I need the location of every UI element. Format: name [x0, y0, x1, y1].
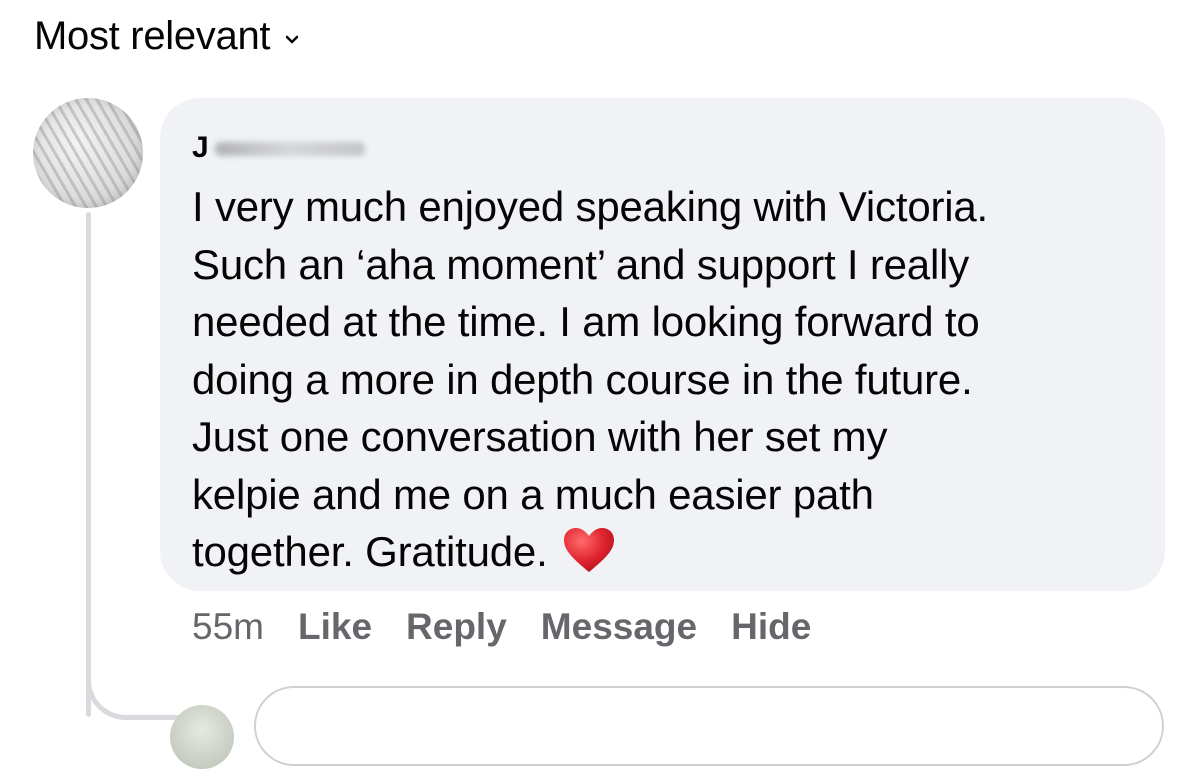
thread-connector	[86, 660, 186, 720]
author-name-redacted	[214, 142, 365, 157]
message-button[interactable]: Message	[541, 606, 697, 648]
commenter-avatar[interactable]	[33, 98, 143, 208]
sort-label: Most relevant	[34, 14, 271, 58]
sort-dropdown[interactable]: Most relevant	[34, 14, 300, 59]
thread-line	[86, 212, 91, 717]
reply-input[interactable]	[254, 686, 1164, 766]
comment-line: together. Gratitude.	[192, 528, 548, 575]
author-name: J	[192, 131, 209, 164]
comment-line: Such an ‘aha moment’ and support I reall…	[192, 240, 970, 288]
chevron-down-icon	[284, 32, 300, 48]
comment-line: kelpie and me on a much easier path	[192, 470, 874, 518]
hide-button[interactable]: Hide	[731, 606, 811, 648]
like-button[interactable]: Like	[298, 606, 372, 648]
comment-actions: 55m Like Reply Message Hide	[192, 606, 811, 648]
comment-line-last: together. Gratitude.	[192, 523, 1133, 589]
comment-author[interactable]: J	[192, 128, 1133, 168]
heart-icon	[562, 526, 616, 589]
comment-line: Just one conversation with her set my	[192, 413, 888, 460]
reply-button[interactable]: Reply	[406, 606, 507, 648]
comment-line: needed at the time. I am looking forward…	[192, 298, 980, 345]
comment-timestamp[interactable]: 55m	[192, 606, 264, 648]
comment-text: I very much enjoyed speaking with Victor…	[192, 178, 1133, 589]
comment-line: I very much enjoyed speaking with Victor…	[192, 183, 989, 230]
comment-bubble: J I very much enjoyed speaking with Vict…	[160, 98, 1165, 591]
comment-line: doing a more in depth course in the futu…	[192, 355, 973, 403]
reply-avatar	[170, 705, 234, 769]
